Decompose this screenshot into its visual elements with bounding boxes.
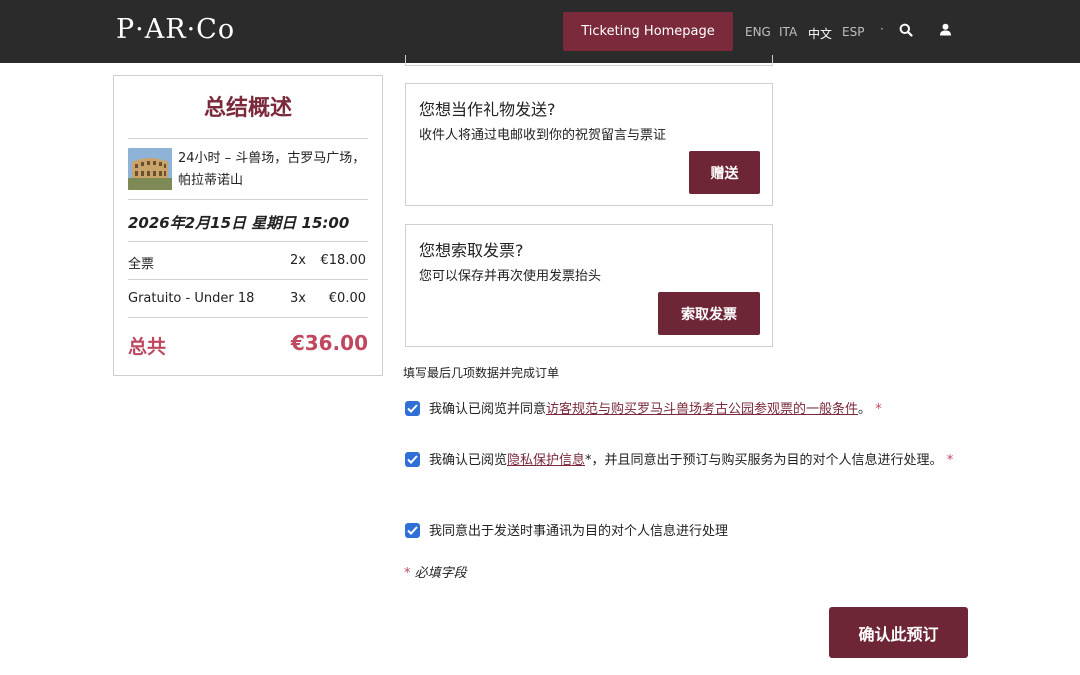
site-header: P·AR·Co Ticketing Homepage ENG ITA 中文 ES… (0, 0, 1080, 63)
terms-conditions-link[interactable]: 访客规范与购买罗马斗兽场考古公园参观票的一般条件 (546, 402, 858, 417)
ticket-price: €0.00 (328, 291, 366, 306)
invoice-panel: 您想索取发票? 您可以保存并再次使用发票抬头 索取发票 (405, 224, 773, 347)
visit-date: 2026年2月15日 星期日 15:00 (128, 214, 350, 232)
divider (128, 241, 368, 242)
newsletter-text: 我同意出于发送时事通讯为目的对个人信息进行处理 (429, 524, 729, 539)
terms-text: 我确认已阅览并同意访客规范与购买罗马斗兽场考古公园参观票的一般条件。 * (429, 399, 964, 420)
newsletter-checkbox[interactable] (405, 523, 420, 538)
privacy-text: 我确认已阅览隐私保护信息*，并且同意出于预订与购买服务为目的对个人信息进行处理。… (429, 450, 964, 471)
privacy-prefix: 我确认已阅览 (429, 453, 508, 468)
ticketing-homepage-button[interactable]: Ticketing Homepage (563, 12, 733, 51)
send-gift-button[interactable]: 赠送 (689, 151, 760, 194)
divider (128, 138, 368, 139)
header-separator: · (880, 22, 884, 36)
terms-checkbox[interactable] (405, 401, 420, 416)
previous-panel-edge (405, 55, 773, 66)
invoice-subtitle: 您可以保存并再次使用发票抬头 (419, 269, 602, 284)
required-mark: * (946, 453, 954, 468)
privacy-suffix: *，并且同意出于预订与购买服务为目的对个人信息进行处理。 (585, 453, 943, 468)
gift-title: 您想当作礼物发送? (419, 100, 556, 119)
divider (128, 279, 368, 280)
invoice-title: 您想索取发票? (419, 241, 524, 260)
gift-panel: 您想当作礼物发送? 收件人将通过电邮收到你的祝贺留言与票证 赠送 (405, 83, 773, 206)
total-label: 总共 (128, 336, 167, 358)
ticket-label: 全票 (128, 257, 155, 272)
complete-order-note: 填写最后几项数据并完成订单 (403, 366, 560, 380)
lang-ita[interactable]: ITA (779, 25, 797, 39)
required-fields-text: 必填字段 (410, 566, 467, 581)
order-summary-card: 总结概述 24小时 – 斗兽场，古罗马广场，帕拉蒂诺山 2026年2月15日 星… (113, 75, 383, 376)
required-mark: * (875, 402, 882, 417)
required-fields-note: * 必填字段 (404, 562, 467, 581)
ticket-qty: 2x (290, 253, 306, 268)
ticket-label: Gratuito - Under 18 (128, 291, 255, 306)
divider (128, 317, 368, 318)
total-value: €36.00 (290, 331, 368, 355)
request-invoice-button[interactable]: 索取发票 (658, 292, 760, 335)
search-icon[interactable] (899, 22, 915, 38)
confirm-booking-button[interactable]: 确认此预订 (829, 607, 968, 658)
ticket-price: €18.00 (320, 253, 367, 268)
privacy-info-link[interactable]: 隐私保护信息 (507, 453, 585, 468)
colosseum-thumbnail (128, 148, 172, 190)
ticket-qty: 3x (290, 291, 306, 306)
privacy-checkbox[interactable] (405, 452, 420, 467)
divider (128, 199, 368, 200)
gift-subtitle: 收件人将通过电邮收到你的祝贺留言与票证 (419, 128, 667, 143)
lang-eng[interactable]: ENG (745, 25, 771, 39)
lang-esp[interactable]: ESP (842, 25, 864, 39)
lang-zh[interactable]: 中文 (808, 25, 832, 42)
user-icon[interactable] (939, 22, 955, 38)
tour-name: 24小时 – 斗兽场，古罗马广场，帕拉蒂诺山 (178, 151, 366, 188)
summary-title: 总结概述 (203, 96, 292, 121)
parco-logo[interactable]: P·AR·Co (116, 14, 235, 45)
terms-prefix: 我确认已阅览并同意 (429, 402, 547, 417)
terms-suffix: 。 (858, 402, 872, 417)
